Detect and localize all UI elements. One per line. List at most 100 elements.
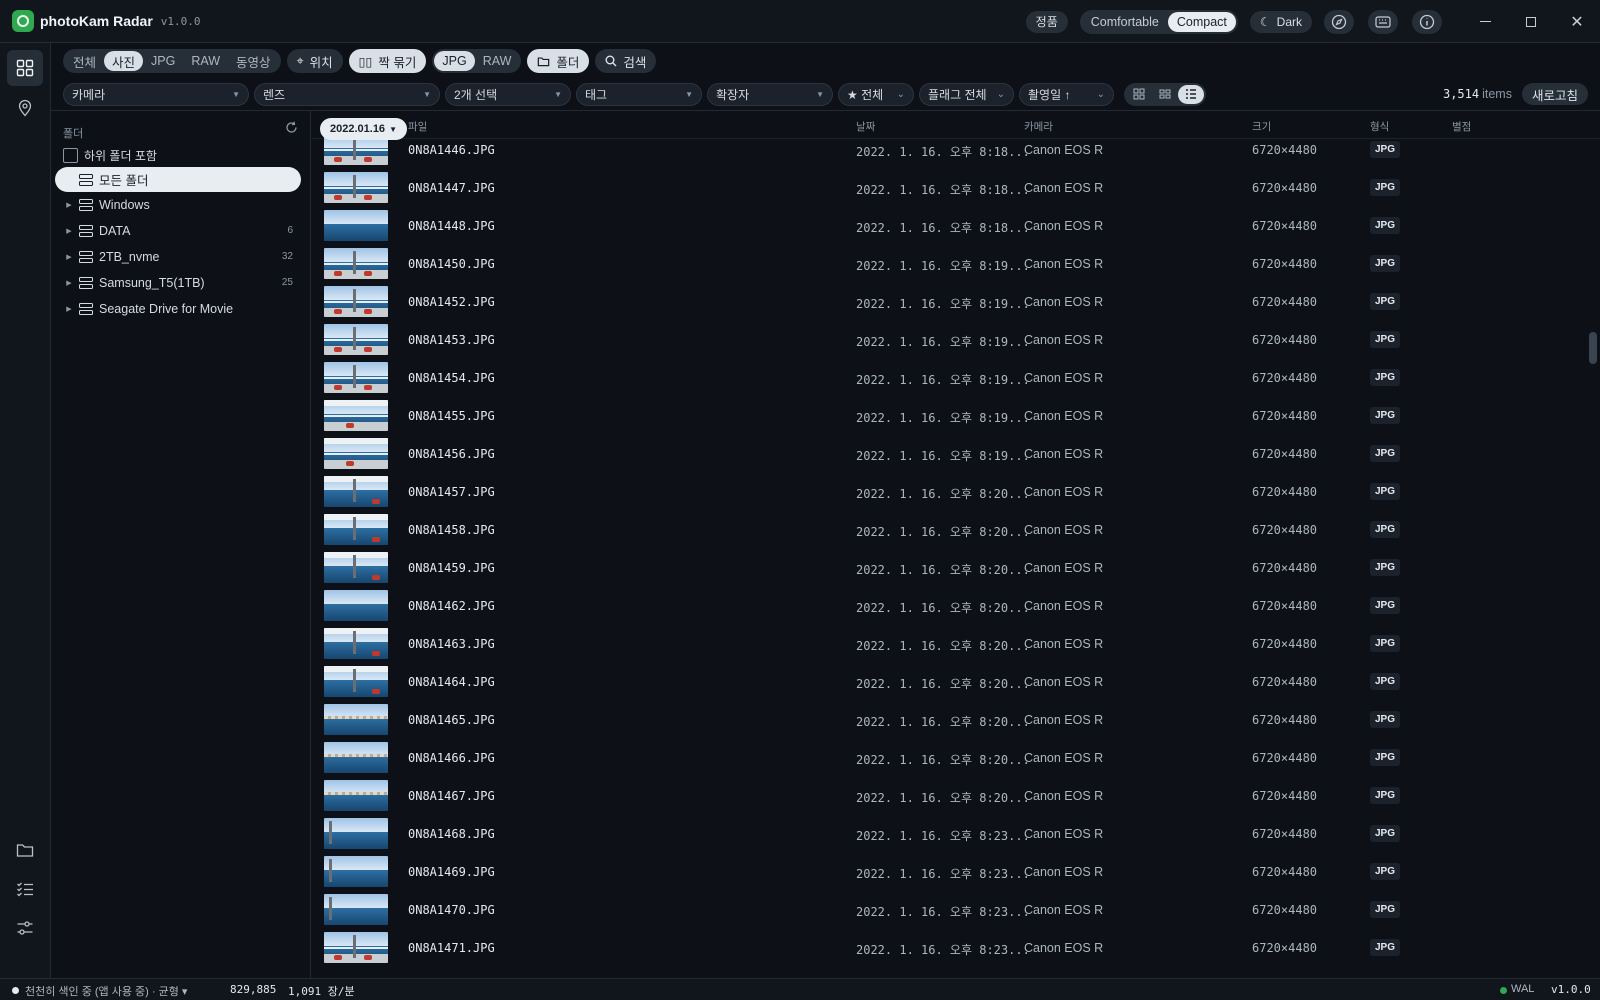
table-row[interactable]: 0N8A1465.JPG 2022. 1. 16. 오후 8:20... Canon… <box>312 701 1582 739</box>
refresh-button[interactable]: 새로고침 <box>1521 83 1588 105</box>
tab-raw[interactable]: RAW <box>183 51 228 71</box>
thumbnail[interactable] <box>324 248 388 279</box>
table-row[interactable]: 0N8A1469.JPG 2022. 1. 16. 오후 8:23... Canon… <box>312 853 1582 891</box>
folder-item-2tb-nvme[interactable]: ▶ 2TB_nvme 32 <box>55 244 301 269</box>
thumbnail[interactable] <box>324 704 388 735</box>
selection-dropdown[interactable]: 2개 선택 ▼ <box>445 82 571 106</box>
thumbnail[interactable] <box>324 666 388 697</box>
density-toggle[interactable]: Comfortable Compact <box>1079 9 1238 34</box>
thumbnail[interactable] <box>324 286 388 317</box>
folder-filter-button[interactable]: 폴더 <box>527 49 590 73</box>
checklist-nav[interactable] <box>7 871 43 907</box>
expand-caret-icon[interactable]: ▶ <box>59 227 79 235</box>
grid-view-nav[interactable] <box>7 50 43 86</box>
include-subfolders-checkbox[interactable]: 하위 폴더 포함 <box>63 147 157 164</box>
settings-nav[interactable] <box>7 910 43 946</box>
maximize-button[interactable] <box>1508 0 1554 43</box>
expand-caret-icon[interactable]: ▶ <box>59 253 79 261</box>
table-row[interactable]: 0N8A1446.JPG 2022. 1. 16. 오후 8:18... Canon… <box>312 131 1582 169</box>
sort-dropdown[interactable]: 촬영일 ↑ ⌄ <box>1019 82 1114 106</box>
small-grid-view-button[interactable] <box>1152 85 1178 104</box>
search-button[interactable]: 검색 <box>595 49 657 73</box>
table-row[interactable]: 0N8A1464.JPG 2022. 1. 16. 오후 8:20... Canon… <box>312 663 1582 701</box>
large-grid-view-button[interactable] <box>1126 85 1152 104</box>
table-row[interactable]: 0N8A1468.JPG 2022. 1. 16. 오후 8:23... Canon… <box>312 815 1582 853</box>
info-button[interactable] <box>1412 9 1442 34</box>
table-row[interactable]: 0N8A1450.JPG 2022. 1. 16. 오후 8:19... Canon… <box>312 245 1582 283</box>
table-row[interactable]: 0N8A1455.JPG 2022. 1. 16. 오후 8:19... Canon… <box>312 397 1582 435</box>
thumbnail[interactable] <box>324 742 388 773</box>
pair-group-button[interactable]: ▯▯ 짝 묶기 <box>348 49 427 73</box>
tag-dropdown[interactable]: 태그 ▼ <box>576 82 702 106</box>
tab-photo[interactable]: 사진 <box>104 51 144 71</box>
thumbnail[interactable] <box>324 324 388 355</box>
table-row[interactable]: 0N8A1454.JPG 2022. 1. 16. 오후 8:19... Canon… <box>312 359 1582 397</box>
location-filter-button[interactable]: ⌖ 위치 <box>286 49 343 73</box>
theme-button[interactable]: ☾ Dark <box>1249 10 1312 33</box>
close-button[interactable]: ✕ <box>1554 0 1600 43</box>
thumbnail[interactable] <box>324 514 388 545</box>
table-row[interactable]: 0N8A1452.JPG 2022. 1. 16. 오후 8:19... Canon… <box>312 283 1582 321</box>
table-row[interactable]: 0N8A1470.JPG 2022. 1. 16. 오후 8:23... Canon… <box>312 891 1582 929</box>
thumbnail[interactable] <box>324 590 388 621</box>
thumbnail[interactable] <box>324 856 388 887</box>
refresh-icon[interactable] <box>285 121 298 137</box>
thumbnail[interactable] <box>324 362 388 393</box>
lens-dropdown[interactable]: 렌즈 ▼ <box>254 82 440 106</box>
flag-dropdown[interactable]: 플래그 전체 ⌄ <box>919 82 1014 106</box>
folder-item-samsung[interactable]: ▶ Samsung_T5(1TB) 25 <box>55 270 301 295</box>
table-row[interactable]: 0N8A1466.JPG 2022. 1. 16. 오후 8:20... Canon… <box>312 739 1582 777</box>
thumbnail[interactable] <box>324 932 388 963</box>
thumbnail[interactable] <box>324 400 388 431</box>
media-type-tabs[interactable]: 전체 사진 JPG RAW 동영상 <box>63 49 281 73</box>
thumbnail[interactable] <box>324 552 388 583</box>
thumbnail[interactable] <box>324 210 388 241</box>
folder-item-seagate[interactable]: ▶ Seagate Drive for Movie <box>55 296 301 321</box>
date-group-jump[interactable]: 2022.01.16 ▼ <box>320 118 407 140</box>
table-row[interactable]: 0N8A1447.JPG 2022. 1. 16. 오후 8:18... Canon… <box>312 169 1582 207</box>
minimize-button[interactable] <box>1462 0 1508 43</box>
tab-all[interactable]: 전체 <box>65 51 104 71</box>
thumbnail[interactable] <box>324 628 388 659</box>
list-scrollbar-thumb[interactable] <box>1589 332 1597 364</box>
map-nav[interactable] <box>7 90 43 126</box>
thumbnail[interactable] <box>324 476 388 507</box>
checkbox-box[interactable] <box>63 148 78 163</box>
rating-dropdown[interactable]: ★ 전체 ⌄ <box>838 82 914 106</box>
license-badge[interactable]: 정품 <box>1025 10 1068 33</box>
keyboard-button[interactable] <box>1368 9 1398 34</box>
extension-dropdown[interactable]: 확장자 ▼ <box>707 82 833 106</box>
table-row[interactable]: 0N8A1467.JPG 2022. 1. 16. 오후 8:20... Canon… <box>312 777 1582 815</box>
folder-item-windows[interactable]: ▶ Windows <box>55 192 301 217</box>
folder-item-all[interactable]: 모든 폴더 <box>55 167 301 192</box>
pair-tab-jpg[interactable]: JPG <box>434 51 475 71</box>
density-comfortable[interactable]: Comfortable <box>1082 12 1168 32</box>
table-row[interactable]: 0N8A1456.JPG 2022. 1. 16. 오후 8:19... Canon… <box>312 435 1582 473</box>
pair-tab-raw[interactable]: RAW <box>475 51 520 71</box>
expand-caret-icon[interactable]: ▶ <box>59 279 79 287</box>
thumbnail[interactable] <box>324 894 388 925</box>
folder-nav[interactable] <box>7 832 43 868</box>
table-row[interactable]: 0N8A1459.JPG 2022. 1. 16. 오후 8:20... Canon… <box>312 549 1582 587</box>
view-mode-toggle[interactable] <box>1124 82 1206 106</box>
table-row[interactable]: 0N8A1463.JPG 2022. 1. 16. 오후 8:20... Canon… <box>312 625 1582 663</box>
thumbnail[interactable] <box>324 172 388 203</box>
table-row[interactable]: 0N8A1458.JPG 2022. 1. 16. 오후 8:20... Canon… <box>312 511 1582 549</box>
compass-button[interactable] <box>1324 9 1354 34</box>
density-compact[interactable]: Compact <box>1167 11 1236 32</box>
thumbnail[interactable] <box>324 438 388 469</box>
expand-caret-icon[interactable]: ▶ <box>59 201 79 209</box>
table-row[interactable]: 0N8A1471.JPG 2022. 1. 16. 오후 8:23... Canon… <box>312 929 1582 967</box>
list-view-button[interactable] <box>1178 84 1204 104</box>
thumbnail[interactable] <box>324 818 388 849</box>
tab-video[interactable]: 동영상 <box>228 51 279 71</box>
expand-caret-icon[interactable]: ▶ <box>59 305 79 313</box>
tab-jpg[interactable]: JPG <box>143 51 183 71</box>
table-row[interactable]: 0N8A1457.JPG 2022. 1. 16. 오후 8:20... Canon… <box>312 473 1582 511</box>
table-row[interactable]: 0N8A1448.JPG 2022. 1. 16. 오후 8:18... Canon… <box>312 207 1582 245</box>
camera-dropdown[interactable]: 카메라 ▼ <box>63 82 249 106</box>
thumbnail[interactable] <box>324 780 388 811</box>
indexing-status[interactable]: 천천히 색인 중 (앱 사용 중) · 균형 ▾ <box>25 983 187 999</box>
table-row[interactable]: 0N8A1453.JPG 2022. 1. 16. 오후 8:19... Canon… <box>312 321 1582 359</box>
pair-type-tabs[interactable]: JPG RAW <box>432 49 522 73</box>
